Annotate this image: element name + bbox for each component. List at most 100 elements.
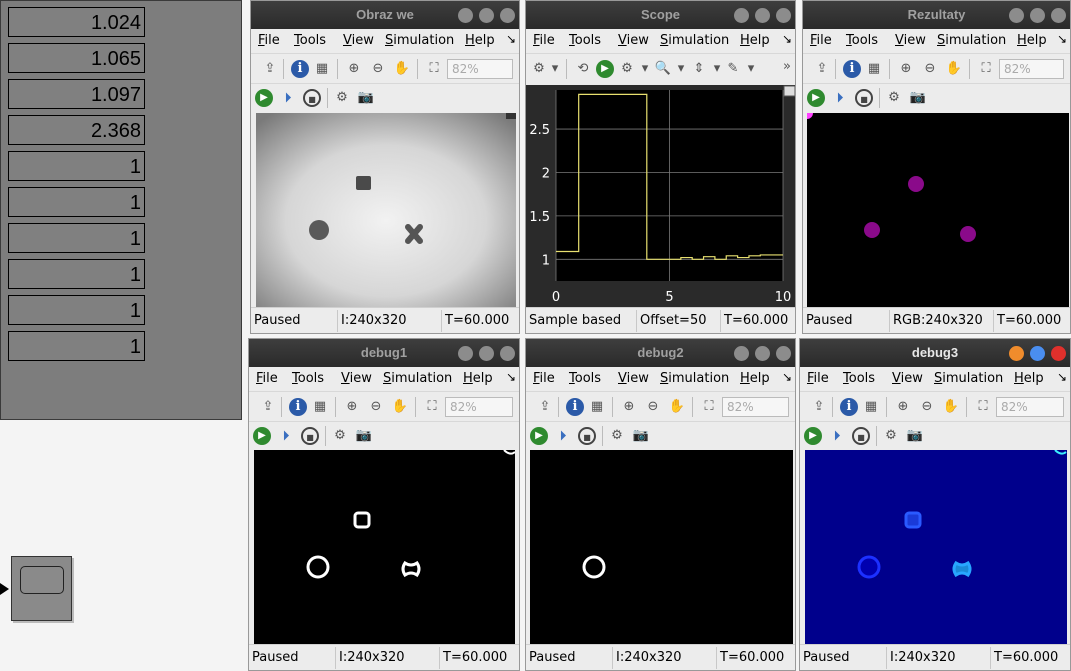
zoom-out-icon[interactable]: ⊖ xyxy=(367,398,385,416)
menu-view[interactable]: View xyxy=(895,33,926,48)
zoom-in-icon[interactable]: ⊕ xyxy=(343,398,361,416)
signal-config-icon[interactable]: ⚙ xyxy=(618,60,636,78)
stop-icon[interactable]: ■ xyxy=(855,89,873,107)
minimize-button[interactable] xyxy=(458,8,473,23)
chevron-down-icon[interactable]: ▾ xyxy=(636,60,654,78)
stop-icon[interactable]: ■ xyxy=(578,427,596,445)
style-icon[interactable]: ✎ xyxy=(724,60,742,78)
zoom-out-icon[interactable]: ⊖ xyxy=(921,60,939,78)
zoom-field[interactable]: 82% xyxy=(447,59,513,79)
menu-tools[interactable]: Tools xyxy=(569,371,601,386)
step-forward-icon[interactable]: ⏵ xyxy=(831,89,849,107)
close-button[interactable] xyxy=(1051,8,1066,23)
step-forward-icon[interactable]: ⏵ xyxy=(279,89,297,107)
snapshot-icon[interactable]: 📷 xyxy=(357,89,375,107)
info-icon[interactable]: i xyxy=(291,60,309,78)
window-titlebar[interactable]: Rezultaty xyxy=(803,1,1070,29)
menu-file[interactable]: File xyxy=(810,33,832,48)
run-icon[interactable]: ▶ xyxy=(253,427,271,445)
zoom-in-icon[interactable]: ⊕ xyxy=(897,60,915,78)
simulink-block[interactable] xyxy=(11,556,72,621)
menu-tools[interactable]: Tools xyxy=(846,33,878,48)
close-button[interactable] xyxy=(776,8,791,23)
display-block-panel[interactable]: 1.024 1.065 1.097 2.368 1 1 1 1 1 1 xyxy=(0,0,242,420)
stop-icon[interactable]: ■ xyxy=(301,427,319,445)
scope-plot-area[interactable]: 1 1.5 2 2.5 0 5 10 xyxy=(526,85,795,309)
zoom-out-icon[interactable]: ⊖ xyxy=(918,398,936,416)
close-button[interactable] xyxy=(1051,346,1066,361)
minimize-button[interactable] xyxy=(1009,8,1024,23)
print-icon[interactable]: ⇪ xyxy=(259,398,277,416)
zoom-in-icon[interactable]: ⊕ xyxy=(620,398,638,416)
run-icon[interactable]: ▶ xyxy=(807,89,825,107)
menu-overflow-icon[interactable]: ↘ xyxy=(782,32,792,46)
menu-file[interactable]: File xyxy=(533,371,555,386)
menu-file[interactable]: File xyxy=(258,33,280,48)
fit-to-window-icon[interactable]: ⛶ xyxy=(977,60,995,78)
minimize-button[interactable] xyxy=(734,8,749,23)
toolbar-overflow-icon[interactable]: » xyxy=(778,58,795,76)
menu-simulation[interactable]: Simulation xyxy=(937,33,1006,48)
image-display[interactable] xyxy=(256,113,516,309)
print-icon[interactable]: ⇪ xyxy=(813,60,831,78)
fit-to-window-icon[interactable]: ⛶ xyxy=(425,60,443,78)
menu-help[interactable]: Help xyxy=(1017,33,1047,48)
maximize-button[interactable] xyxy=(479,8,494,23)
zoom-out-icon[interactable]: ⊖ xyxy=(644,398,662,416)
menu-view[interactable]: View xyxy=(343,33,374,48)
fit-to-window-icon[interactable]: ⛶ xyxy=(974,398,992,416)
menu-file[interactable]: File xyxy=(533,33,555,48)
print-icon[interactable]: ⇪ xyxy=(261,60,279,78)
zoom-out-icon[interactable]: ⊖ xyxy=(369,60,387,78)
stop-icon[interactable]: ■ xyxy=(852,427,870,445)
zoom-field[interactable]: 82% xyxy=(999,59,1064,79)
menu-help[interactable]: Help xyxy=(740,371,770,386)
info-icon[interactable]: i xyxy=(566,398,584,416)
menu-overflow-icon[interactable]: ↘ xyxy=(1057,32,1067,46)
menu-simulation[interactable]: Simulation xyxy=(385,33,454,48)
minimize-button[interactable] xyxy=(458,346,473,361)
run-icon[interactable]: ▶ xyxy=(804,427,822,445)
pixel-region-icon[interactable]: ▦ xyxy=(313,60,331,78)
close-button[interactable] xyxy=(776,346,791,361)
chevron-down-icon[interactable]: ▾ xyxy=(742,60,760,78)
pan-icon[interactable]: ✋ xyxy=(391,398,409,416)
signal-config-icon[interactable]: ⚙ xyxy=(333,89,351,107)
step-forward-icon[interactable]: ⏵ xyxy=(554,427,572,445)
pixel-region-icon[interactable]: ▦ xyxy=(865,60,883,78)
menu-view[interactable]: View xyxy=(892,371,923,386)
menu-help[interactable]: Help xyxy=(463,371,493,386)
menu-help[interactable]: Help xyxy=(740,33,770,48)
menu-view[interactable]: View xyxy=(618,371,649,386)
menu-file[interactable]: File xyxy=(256,371,278,386)
menu-simulation[interactable]: Simulation xyxy=(660,371,729,386)
maximize-button[interactable] xyxy=(1030,346,1045,361)
zoom-field[interactable]: 82% xyxy=(996,397,1064,417)
zoom-icon[interactable]: 🔍 xyxy=(654,60,672,78)
menu-tools[interactable]: Tools xyxy=(292,371,324,386)
fit-to-window-icon[interactable]: ⛶ xyxy=(700,398,718,416)
chevron-down-icon[interactable]: ▾ xyxy=(546,60,564,78)
zoom-field[interactable]: 82% xyxy=(445,397,513,417)
menu-view[interactable]: View xyxy=(618,33,649,48)
window-titlebar[interactable]: debug1 xyxy=(249,339,519,367)
autoscale-icon[interactable]: ⇕ xyxy=(690,60,708,78)
pan-icon[interactable]: ✋ xyxy=(945,60,963,78)
info-icon[interactable]: i xyxy=(843,60,861,78)
step-forward-icon[interactable]: ⏵ xyxy=(277,427,295,445)
menu-overflow-icon[interactable]: ↘ xyxy=(506,32,516,46)
info-icon[interactable]: i xyxy=(840,398,858,416)
window-titlebar[interactable]: Obraz we xyxy=(251,1,519,29)
signal-config-icon[interactable]: ⚙ xyxy=(331,427,349,445)
pixel-region-icon[interactable]: ▦ xyxy=(862,398,880,416)
zoom-in-icon[interactable]: ⊕ xyxy=(345,60,363,78)
zoom-field[interactable]: 82% xyxy=(722,397,789,417)
fit-to-window-icon[interactable]: ⛶ xyxy=(423,398,441,416)
menu-overflow-icon[interactable]: ↘ xyxy=(506,370,516,384)
menu-simulation[interactable]: Simulation xyxy=(660,33,729,48)
pan-icon[interactable]: ✋ xyxy=(668,398,686,416)
menu-tools[interactable]: Tools xyxy=(294,33,326,48)
menu-tools[interactable]: Tools xyxy=(569,33,601,48)
run-icon[interactable]: ▶ xyxy=(255,89,273,107)
maximize-button[interactable] xyxy=(479,346,494,361)
